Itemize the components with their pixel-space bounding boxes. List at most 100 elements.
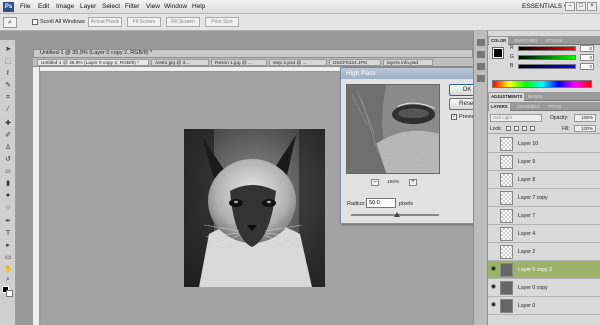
color-channel-value[interactable]: 0 [580,45,594,52]
visibility-eye-icon[interactable]: ◉ [490,302,497,309]
actual-pixels-button[interactable]: Actual Pixels [88,17,122,27]
zoom-tool-icon[interactable]: ⌕ [3,17,17,28]
layer-row[interactable]: Layer 9 [488,153,600,171]
minimize-button[interactable]: – [565,2,575,11]
zoom-out-button[interactable]: – [371,179,379,186]
menu-filter[interactable]: Filter [125,3,139,11]
visibility-eye-icon[interactable] [490,230,497,237]
layer-row[interactable]: ◉ Layer 0 copy 2 [488,261,600,279]
blur-tool-icon[interactable]: ● [3,192,13,200]
visibility-eye-icon[interactable] [490,212,497,219]
zoom-in-button[interactable]: + [409,179,417,186]
cat-photo[interactable] [184,129,325,287]
visibility-eye-icon[interactable] [490,194,497,201]
marquee-tool-icon[interactable]: ⬚ [3,58,13,66]
dialog-title-bar[interactable]: High Pass × [341,68,489,79]
blend-mode-select[interactable]: Soft Light [490,114,542,122]
character-panel-icon[interactable] [477,63,485,70]
layer-row[interactable]: Layer 2 [488,243,600,261]
paragraph-panel-icon[interactable] [477,75,485,82]
menu-help[interactable]: Help [192,3,205,11]
radius-slider[interactable] [351,212,439,217]
color-panel-foreground-swatch[interactable] [492,47,504,59]
print-size-button[interactable]: Print Size [205,17,239,27]
color-channel-value[interactable]: 0 [580,54,594,61]
layer-row[interactable]: Layer 10 [488,135,600,153]
scroll-all-windows-checkbox[interactable] [32,19,38,25]
lock-pixels-icon[interactable] [514,126,519,131]
lock-position-icon[interactable] [522,126,527,131]
shape-tool-icon[interactable]: ▭ [3,254,13,262]
menu-layer[interactable]: Layer [80,3,96,11]
tab-layers[interactable]: LAYERS [489,103,510,111]
zoom-tool-panel-icon[interactable]: ⌕ [3,276,13,284]
layer-row[interactable]: Layer 7 copy [488,189,600,207]
tab-adjustments[interactable]: ADJUSTMENTS [489,93,525,101]
close-app-button[interactable]: × [587,2,597,11]
color-channel-value[interactable]: 0 [580,63,594,70]
layer-row[interactable]: ◉ Layer 0 [488,297,600,315]
maximize-button[interactable]: □ [576,2,586,11]
gradient-tool-icon[interactable]: ▮ [3,180,13,188]
menu-image[interactable]: Image [56,3,74,11]
tab-paths[interactable]: PATHS [546,103,563,111]
visibility-eye-icon[interactable]: ◉ [490,266,497,273]
crop-tool-icon[interactable]: ⌗ [3,94,13,102]
tab-channels[interactable]: CHANNELS [515,103,542,111]
eyedropper-tool-icon[interactable]: ⁄ [3,106,13,114]
tab-styles[interactable]: STYLES [544,37,564,45]
pen-tool-icon[interactable]: ✒ [3,218,13,226]
visibility-eye-icon[interactable] [490,176,497,183]
doc-tab-step2[interactable]: step 2.psd @ ... [269,59,327,66]
tab-swatches[interactable]: SWATCHES [512,37,539,45]
menu-edit[interactable]: Edit [38,3,49,11]
filter-preview[interactable] [346,84,440,174]
workspace-switcher[interactable]: ESSENTIALS ▾ [522,2,567,10]
layer-row[interactable]: ◉ Layer 0 copy [488,279,600,297]
visibility-eye-icon[interactable] [490,248,497,255]
fit-screen-button[interactable]: Fit Screen [127,17,161,27]
fill-input[interactable]: 100% [574,125,596,132]
clone-stamp-tool-icon[interactable]: ♙ [3,144,13,152]
layer-row[interactable]: Layer 7 [488,207,600,225]
tab-masks[interactable]: MASKS [526,93,545,101]
fill-screen-button[interactable]: Fill Screen [166,17,200,27]
color-channel-slider[interactable] [518,64,576,69]
actions-panel-icon[interactable] [477,51,485,58]
preview-checkbox[interactable]: ✓ [451,114,457,120]
lock-all-icon[interactable] [530,126,535,131]
layer-row[interactable]: Layer 8 [488,171,600,189]
menu-file[interactable]: File [20,3,30,11]
path-select-tool-icon[interactable]: ▸ [3,242,13,250]
doc-tab-untitled[interactable]: Untitled-1 @ 35.9% (Layer 0 copy 2, RGB/… [37,59,149,66]
menu-view[interactable]: View [146,3,160,11]
visibility-eye-icon[interactable] [490,140,497,147]
dodge-tool-icon[interactable]: ○ [3,204,13,212]
healing-tool-icon[interactable]: ✚ [3,120,13,128]
type-tool-icon[interactable]: T [3,230,13,238]
color-channel-slider[interactable] [518,55,576,60]
doc-tab-layers-info[interactable]: layers info.psd [383,59,433,66]
background-color-swatch[interactable] [6,290,13,297]
history-brush-tool-icon[interactable]: ↺ [3,156,13,164]
history-panel-icon[interactable] [477,39,485,46]
layer-row[interactable]: Layer 4 [488,225,600,243]
lasso-tool-icon[interactable]: ℓ [3,70,13,78]
radius-slider-thumb[interactable] [393,212,400,217]
doc-tab-aestn[interactable]: Aestn.jpg @ 3... [151,59,209,66]
visibility-eye-icon[interactable]: ◉ [490,284,497,291]
brush-tool-icon[interactable]: ✐ [3,132,13,140]
document-title-bar[interactable]: Untitled-1 @ 35.9% (Layer 0 copy 2, RGB/… [33,49,473,58]
opacity-input[interactable]: 100% [574,114,596,122]
tab-color[interactable]: COLOR [489,37,509,45]
visibility-eye-icon[interactable] [490,158,497,165]
color-channel-slider[interactable] [518,46,576,51]
doc-tab-dscf[interactable]: DSCF0124.JPG [329,59,381,66]
quick-select-tool-icon[interactable]: ✎ [3,82,13,90]
eraser-tool-icon[interactable]: ▱ [3,168,13,176]
menu-select[interactable]: Select [102,3,120,11]
doc-tab-resrin[interactable]: Resrin 1.jpg @ ... [211,59,267,66]
radius-input[interactable] [366,198,396,208]
move-tool-icon[interactable]: ➤ [3,46,13,54]
color-spectrum[interactable] [492,80,592,88]
